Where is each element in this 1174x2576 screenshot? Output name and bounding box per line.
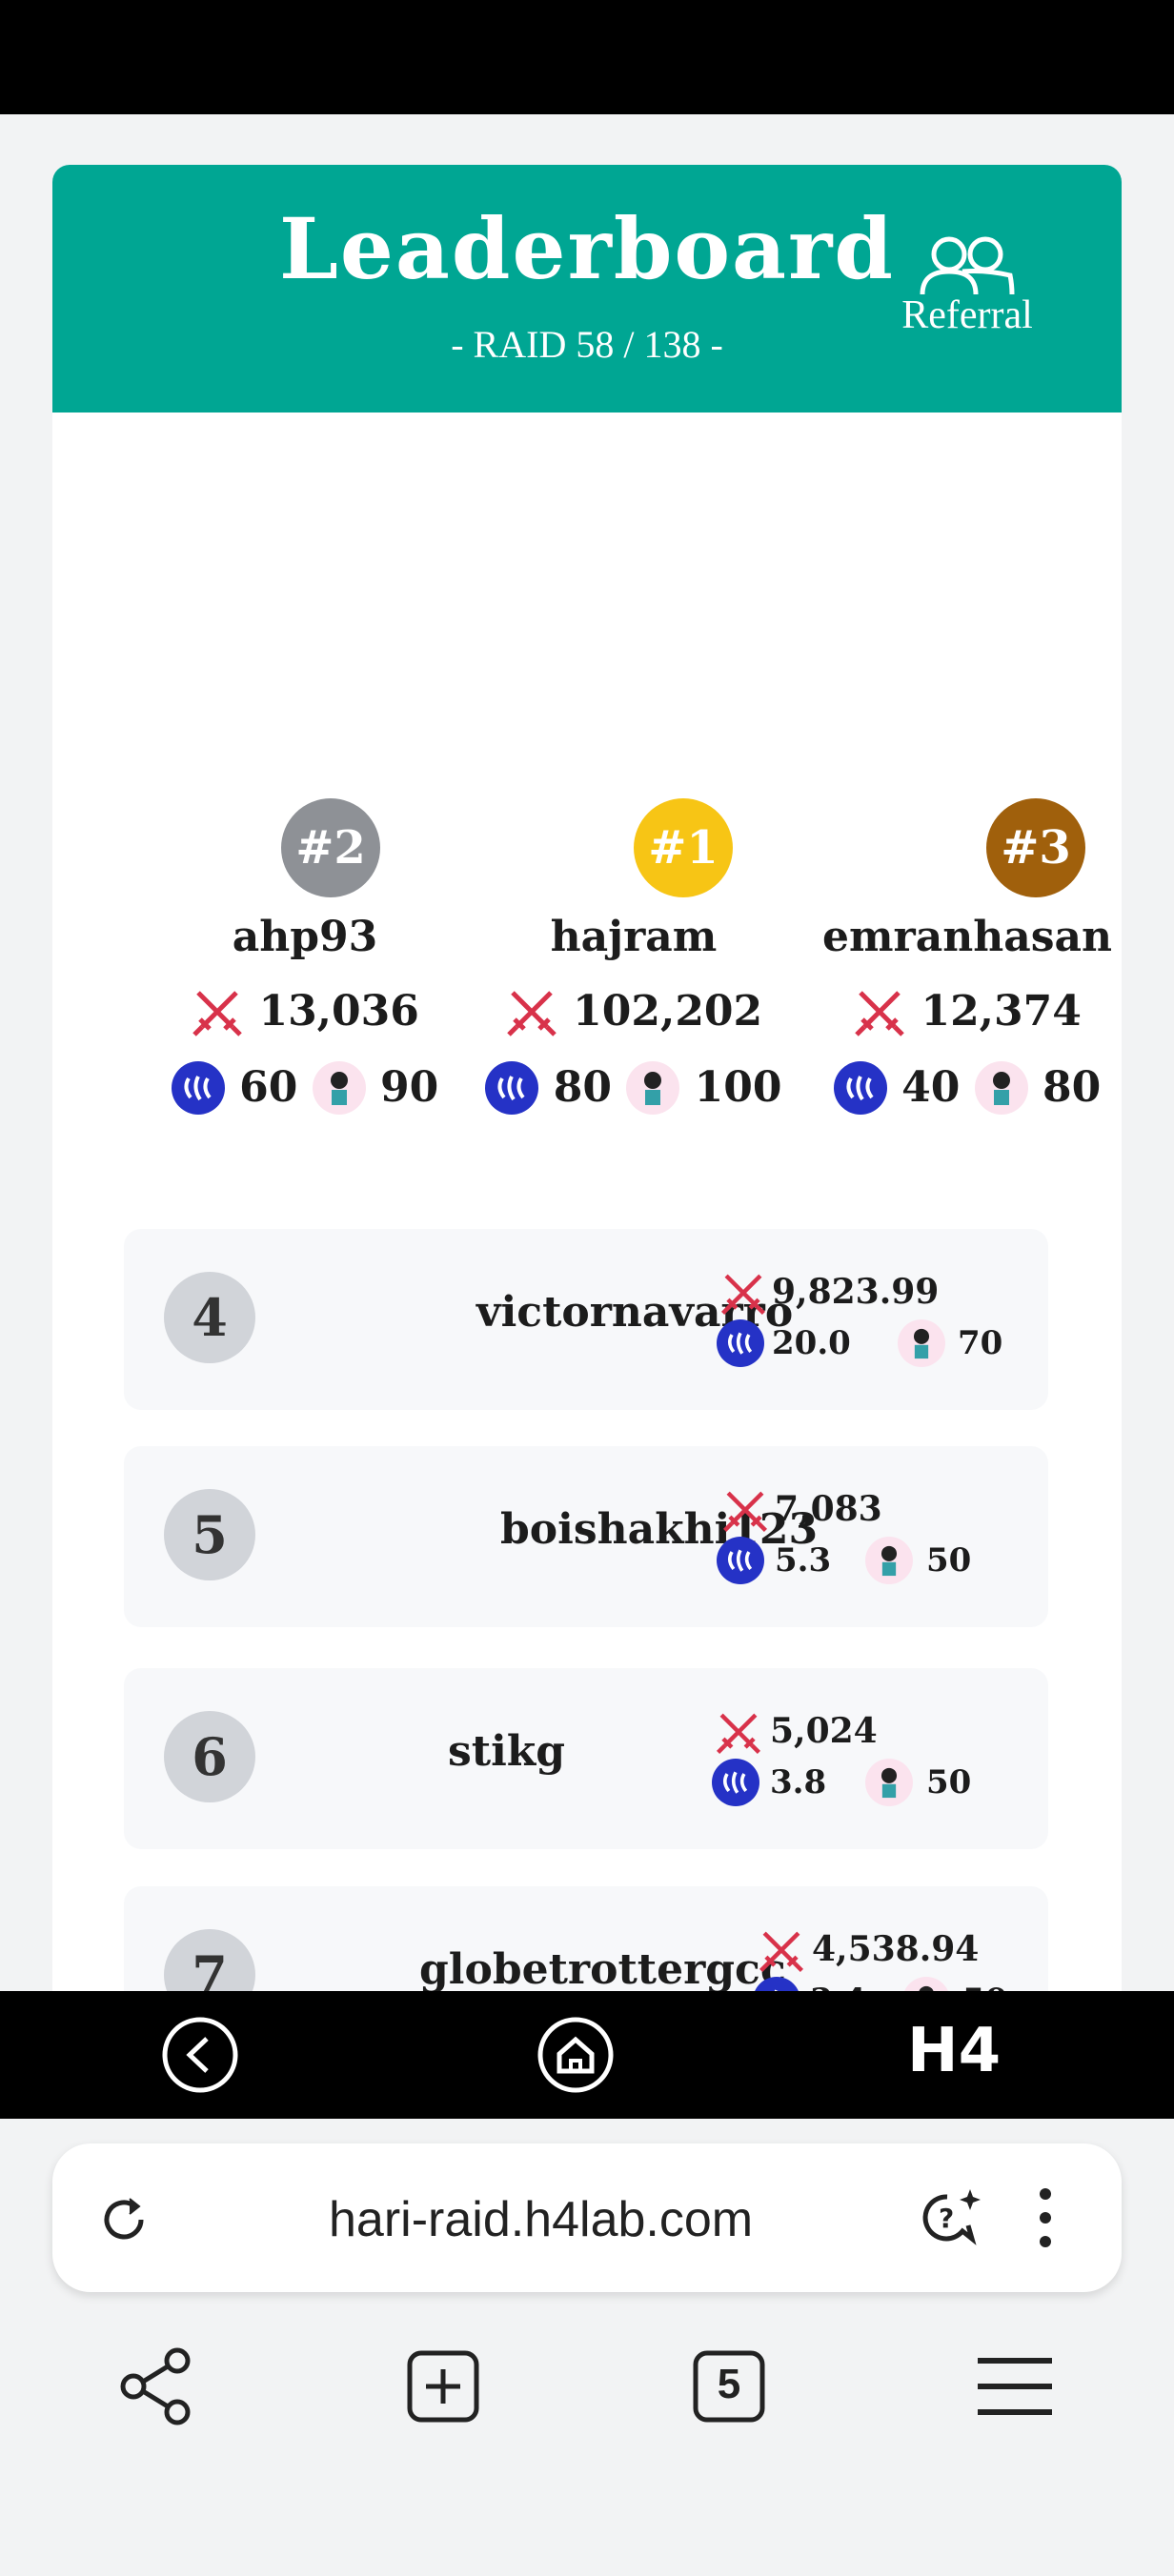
- page: Leaderboard - RAID 58 / 138 - Referral #…: [0, 114, 1174, 1991]
- row-steem: 20.0: [772, 1324, 851, 1362]
- leaderboard-row[interactable]: 4 victornavarro 9,823.99 20.0 70: [124, 1229, 1048, 1410]
- row-rank: 4: [164, 1272, 255, 1363]
- row-score: 5,024: [770, 1711, 878, 1751]
- share-icon[interactable]: [114, 2344, 200, 2429]
- player-rewards: 60 90: [148, 1060, 462, 1115]
- rank-badge: #3: [986, 798, 1085, 897]
- leaderboard-row[interactable]: 7 globetrottergcc 4,538.94 3.4 50: [124, 1886, 1048, 1991]
- row-name: globetrottergcc: [419, 1945, 786, 1991]
- browser-bottom-toolbar: 5: [0, 2315, 1174, 2576]
- row-steem: 5.3: [775, 1541, 832, 1580]
- hari-avatar-icon: [902, 1977, 950, 1991]
- status-bar: [0, 0, 1174, 114]
- chat-sparkle-icon[interactable]: ?: [915, 2182, 987, 2254]
- rank-badge: #1: [634, 798, 733, 897]
- system-nav-bar: H4: [0, 1991, 1174, 2119]
- hari-avatar-icon: [626, 1060, 680, 1115]
- podium-entry-3[interactable]: #3 emranhasan 12,374 40 80: [810, 798, 1122, 1179]
- score-value: 13,036: [258, 987, 419, 1036]
- rank-badge: #2: [281, 798, 380, 897]
- score-value: 12,374: [921, 987, 1082, 1036]
- point-reward: 80: [1042, 1063, 1102, 1112]
- row-points: 70: [958, 1324, 1003, 1362]
- score-value: 102,202: [573, 987, 763, 1036]
- point-reward: 100: [694, 1063, 782, 1112]
- steem-reward: 40: [901, 1063, 961, 1112]
- steem-icon: [171, 1060, 225, 1115]
- player-name: hajram: [550, 913, 718, 961]
- crossed-swords-icon: [716, 1713, 761, 1755]
- player-name: emranhasan: [821, 913, 1112, 961]
- steem-icon: [717, 1319, 764, 1367]
- crossed-swords-icon: [759, 1931, 804, 1973]
- crossed-swords-icon: [192, 990, 242, 1036]
- row-points: 50: [962, 1982, 1007, 1991]
- steem-reward: 80: [553, 1063, 613, 1112]
- crossed-swords-icon: [720, 1274, 766, 1316]
- hari-avatar-icon: [974, 1060, 1028, 1115]
- tab-count: 5: [717, 2361, 741, 2407]
- row-steem: 3.8: [770, 1763, 827, 1801]
- player-rewards: 80 100: [476, 1060, 791, 1115]
- podium-entry-1[interactable]: #1 hajram 102,202 80 100: [476, 798, 791, 1179]
- player-score: 102,202: [476, 984, 791, 1038]
- steem-reward: 60: [239, 1063, 298, 1112]
- row-points: 50: [926, 1763, 972, 1801]
- point-reward: 90: [379, 1063, 439, 1112]
- steem-icon: [717, 1537, 764, 1584]
- row-score: 9,823.99: [772, 1272, 940, 1312]
- steem-icon: [833, 1060, 887, 1115]
- row-steem: 3.4: [810, 1982, 866, 1991]
- hamburger-menu-icon[interactable]: [972, 2344, 1058, 2429]
- row-name: stikg: [448, 1727, 566, 1776]
- steem-icon: [753, 1977, 800, 1991]
- leaderboard-row[interactable]: 5 boishakhi123 7,083 5.3 50: [124, 1446, 1048, 1627]
- steem-icon: [712, 1759, 759, 1806]
- hari-avatar-icon: [312, 1060, 366, 1115]
- player-name: ahp93: [232, 913, 378, 961]
- podium: #2 ahp93 13,036 60 90 #1 hajram 102,202 …: [52, 165, 1122, 1308]
- url-text[interactable]: hari-raid.h4lab.com: [329, 2191, 753, 2248]
- hari-avatar-icon: [865, 1537, 913, 1584]
- hari-avatar-icon: [898, 1319, 945, 1367]
- row-rank: 5: [164, 1489, 255, 1580]
- svg-text:?: ?: [939, 2203, 954, 2234]
- row-score: 7,083: [775, 1489, 882, 1529]
- hari-avatar-icon: [865, 1759, 913, 1806]
- more-menu-icon[interactable]: [1036, 2186, 1055, 2249]
- leaderboard-row[interactable]: 6 stikg 5,024 3.8 50: [124, 1668, 1048, 1849]
- browser-url-bar[interactable]: hari-raid.h4lab.com ?: [52, 2143, 1122, 2292]
- row-rank: 7: [164, 1929, 255, 1991]
- row-points: 50: [926, 1541, 972, 1580]
- reload-icon[interactable]: [95, 2191, 152, 2248]
- leaderboard-card: Leaderboard - RAID 58 / 138 - Referral #…: [52, 165, 1122, 1991]
- player-rewards: 40 80: [810, 1060, 1122, 1115]
- player-score: 13,036: [148, 984, 462, 1038]
- h4-logo[interactable]: H4: [907, 2016, 1001, 2086]
- row-name: boishakhi123: [500, 1505, 819, 1554]
- player-score: 12,374: [810, 984, 1122, 1038]
- row-rank: 6: [164, 1711, 255, 1802]
- new-tab-icon[interactable]: [400, 2344, 486, 2429]
- podium-entry-2[interactable]: #2 ahp93 13,036 60 90: [148, 798, 462, 1179]
- row-score: 4,538.94: [812, 1929, 980, 1969]
- tabs-button[interactable]: 5: [686, 2344, 772, 2429]
- back-icon[interactable]: [161, 2016, 239, 2094]
- crossed-swords-icon: [507, 990, 557, 1036]
- crossed-swords-icon: [855, 990, 904, 1036]
- home-icon[interactable]: [536, 2016, 615, 2094]
- crossed-swords-icon: [722, 1491, 768, 1533]
- steem-icon: [485, 1060, 539, 1115]
